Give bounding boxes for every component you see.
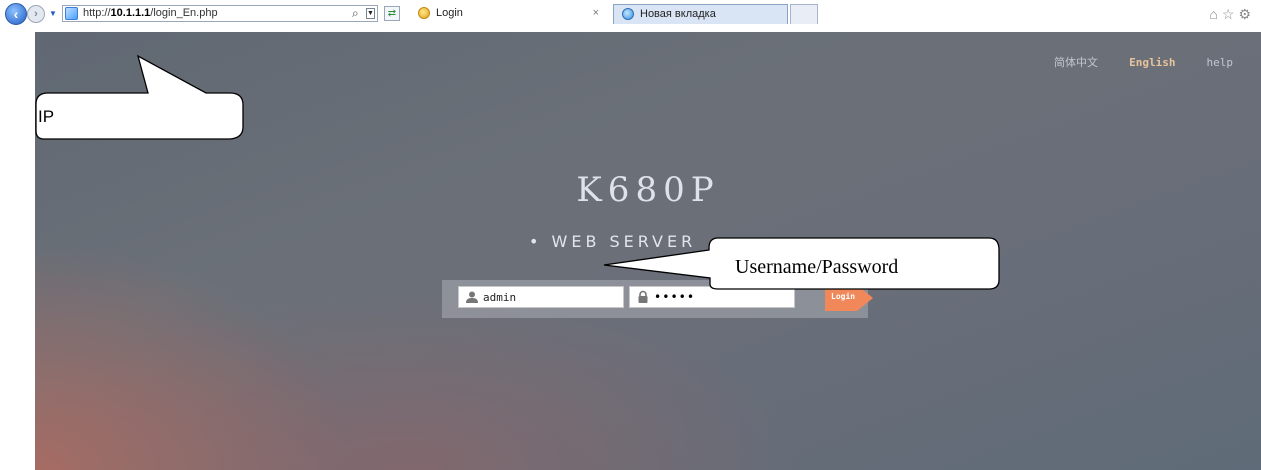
ip-callout-bubble <box>35 54 244 140</box>
credentials-callout-label: Username/Password <box>735 256 899 278</box>
annotation-overlay <box>35 54 1000 290</box>
ip-callout-label: IP <box>38 107 55 126</box>
